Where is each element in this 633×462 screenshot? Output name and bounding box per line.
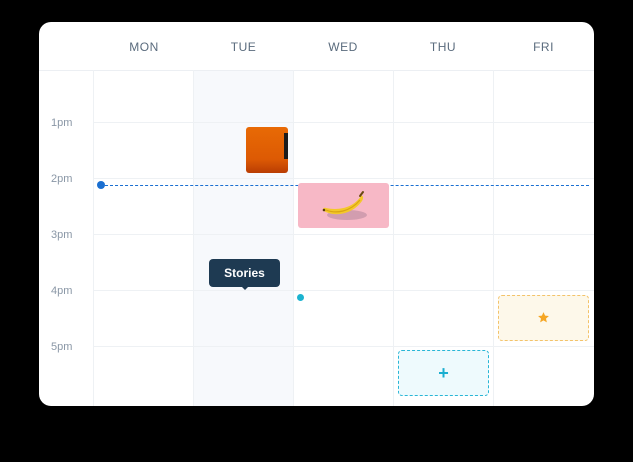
day-header-row: MON TUE WED THU FRI [39, 22, 594, 71]
day-header-tue[interactable]: TUE [194, 22, 293, 70]
time-label-5pm: 5pm [51, 341, 73, 353]
thumbnail-edge [284, 133, 288, 159]
starred-event-slot[interactable] [498, 295, 589, 341]
grid-divider [94, 122, 594, 123]
day-header-thu[interactable]: THU [393, 22, 493, 70]
plus-icon: + [438, 363, 449, 383]
banana-icon [322, 191, 367, 220]
current-time-dot [97, 181, 105, 189]
grid-divider [293, 70, 294, 406]
grid-divider [94, 346, 594, 347]
stories-tooltip: Stories [209, 259, 280, 287]
grid-divider [94, 234, 594, 235]
grid-divider [493, 70, 494, 406]
time-label-2pm: 2pm [51, 173, 73, 185]
star-icon [538, 312, 549, 323]
event-banana-card[interactable] [298, 183, 389, 228]
day-header-mon[interactable]: MON [94, 22, 194, 70]
time-label-4pm: 4pm [51, 285, 73, 297]
time-label-1pm: 1pm [51, 117, 73, 129]
event-image-thumbnail[interactable] [246, 127, 288, 173]
time-label-3pm: 3pm [51, 229, 73, 241]
grid-divider [94, 290, 594, 291]
tooltip-arrow [241, 286, 249, 290]
day-header-fri[interactable]: FRI [493, 22, 594, 70]
selected-day-column [194, 70, 293, 406]
grid-divider [93, 70, 94, 406]
day-header-wed[interactable]: WED [293, 22, 393, 70]
calendar-card: MON TUE WED THU FRI 1pm 2pm 3pm 4pm 5pm … [39, 22, 594, 406]
grid-divider [94, 178, 594, 179]
add-event-slot[interactable]: + [398, 350, 489, 396]
grid-divider [193, 70, 194, 406]
event-marker-dot[interactable] [297, 294, 304, 301]
grid-divider [393, 70, 394, 406]
